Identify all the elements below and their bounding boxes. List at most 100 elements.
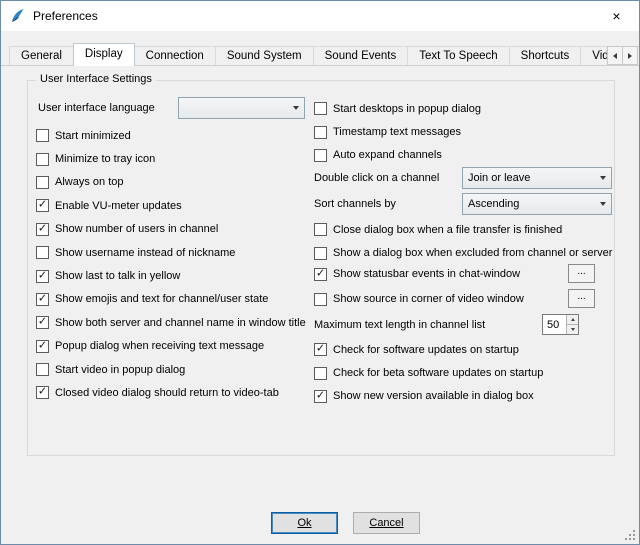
checkbox-video-popup[interactable]: Start video in popup dialog xyxy=(36,358,312,381)
cancel-button[interactable]: Cancel xyxy=(353,512,420,534)
checkbox-vu-meter-updates[interactable]: ✓Enable VU-meter updates xyxy=(36,194,312,217)
checkbox-new-version-dialog[interactable]: ✓Show new version available in dialog bo… xyxy=(314,385,616,408)
checkbox-label: Popup dialog when receiving text message xyxy=(55,340,264,352)
checkbox-label: Always on top xyxy=(55,176,123,188)
checkbox-label: Check for beta software updates on start… xyxy=(333,367,543,379)
spin-up-button[interactable] xyxy=(567,315,578,324)
video-source-more-button[interactable]: ... xyxy=(568,289,595,308)
checkbox-label: Show source in corner of video window xyxy=(333,293,524,305)
arrow-up-icon xyxy=(571,318,575,321)
ui-settings-group: User Interface Settings User interface l… xyxy=(27,80,615,456)
checkbox-close-on-transfer-finished[interactable]: Close dialog box when a file transfer is… xyxy=(314,218,616,241)
tab-shortcuts[interactable]: Shortcuts xyxy=(509,46,582,65)
checkmark-icon: ✓ xyxy=(38,317,47,328)
checkbox-box: ✓ xyxy=(314,268,327,281)
double-click-value: Join or leave xyxy=(463,172,594,184)
checkmark-icon: ✓ xyxy=(38,340,47,351)
checkbox-box xyxy=(314,247,327,260)
more-button-label: ... xyxy=(577,292,585,302)
checkbox-server-channel-in-title[interactable]: ✓ Show both server and channel name in wi… xyxy=(36,311,312,334)
spinner-value[interactable]: 50 xyxy=(543,315,566,334)
video-source-row: Show source in corner of video window ..… xyxy=(314,289,616,309)
checkbox-check-beta-updates[interactable]: Check for beta software updates on start… xyxy=(314,361,616,384)
close-icon: × xyxy=(612,8,620,24)
checkbox-label: Show a dialog box when excluded from cha… xyxy=(333,247,612,259)
left-checkbox-column: Start minimized Minimize to tray icon Al… xyxy=(36,124,312,405)
checkbox-label: Minimize to tray icon xyxy=(55,153,155,165)
checkbox-label: Check for software updates on startup xyxy=(333,344,519,356)
language-combobox[interactable] xyxy=(178,97,305,119)
checkbox-label: Show both server and channel name in win… xyxy=(55,317,306,329)
chevron-down-icon xyxy=(594,168,611,188)
ok-button-label: Ok xyxy=(297,517,311,529)
checkmark-icon: ✓ xyxy=(38,270,47,281)
checkmark-icon: ✓ xyxy=(38,223,47,234)
preferences-window: Preferences × General Display Connection… xyxy=(0,0,640,545)
titlebar[interactable]: Preferences × xyxy=(1,1,639,31)
checkbox-label: Show new version available in dialog box xyxy=(333,390,534,402)
group-title: User Interface Settings xyxy=(36,73,156,85)
checkbox-dialog-when-excluded[interactable]: Show a dialog box when excluded from cha… xyxy=(314,241,616,264)
checkbox-box xyxy=(314,367,327,380)
tab-general[interactable]: General xyxy=(9,46,74,65)
close-button[interactable]: × xyxy=(594,1,639,30)
checkbox-label: Timestamp text messages xyxy=(333,126,461,138)
tab-display[interactable]: Display xyxy=(73,43,135,66)
statusbar-events-more-button[interactable]: ... xyxy=(568,264,595,283)
tab-text-to-speech[interactable]: Text To Speech xyxy=(407,46,509,65)
language-label: User interface language xyxy=(38,97,155,119)
tab-connection[interactable]: Connection xyxy=(134,46,216,65)
checkbox-box xyxy=(314,126,327,139)
statusbar-events-row: ✓ Show statusbar events in chat-window ..… xyxy=(314,264,616,284)
checkbox-desktops-popup[interactable]: Start desktops in popup dialog xyxy=(314,97,616,120)
sort-channels-label: Sort channels by xyxy=(314,193,396,215)
checkbox-box xyxy=(36,363,49,376)
tab-scroll-left-button[interactable] xyxy=(607,46,623,65)
checkbox-label: Show number of users in channel xyxy=(55,223,218,235)
right-checkbox-column-top: Start desktops in popup dialog Timestamp… xyxy=(314,97,616,167)
arrow-right-icon xyxy=(628,53,632,59)
checkbox-check-updates[interactable]: ✓Check for software updates on startup xyxy=(314,338,616,361)
checkbox-box: ✓ xyxy=(36,293,49,306)
double-click-label: Double click on a channel xyxy=(314,167,439,189)
checkbox-video-return-tab[interactable]: ✓Closed video dialog should return to vi… xyxy=(36,381,312,404)
checkbox-box: ✓ xyxy=(36,386,49,399)
arrow-down-icon xyxy=(571,328,575,331)
checkbox-box xyxy=(36,246,49,259)
checkbox-start-minimized[interactable]: Start minimized xyxy=(36,124,312,147)
checkbox-emoji-text-state[interactable]: ✓Show emojis and text for channel/user s… xyxy=(36,288,312,311)
checkbox-video-source-corner[interactable]: Show source in corner of video window xyxy=(314,287,524,310)
resize-grip[interactable] xyxy=(623,528,636,541)
tab-scroll-right-button[interactable] xyxy=(622,46,638,65)
checkbox-statusbar-events[interactable]: ✓ Show statusbar events in chat-window xyxy=(314,262,520,285)
checkbox-auto-expand-channels[interactable]: Auto expand channels xyxy=(314,144,616,167)
tab-sound-system[interactable]: Sound System xyxy=(215,46,314,65)
tab-bar: General Display Connection Sound System … xyxy=(9,43,640,65)
checkbox-box xyxy=(36,176,49,189)
spinner-buttons xyxy=(566,315,578,334)
max-text-length-spinner[interactable]: 50 xyxy=(542,314,579,335)
right-checkbox-column-bottom: ✓Check for software updates on startup C… xyxy=(314,338,616,408)
checkbox-minimize-to-tray[interactable]: Minimize to tray icon xyxy=(36,147,312,170)
checkbox-label: Start desktops in popup dialog xyxy=(333,103,481,115)
more-button-label: ... xyxy=(577,267,585,277)
sort-channels-combobox[interactable]: Ascending xyxy=(462,193,612,215)
checkbox-box: ✓ xyxy=(36,316,49,329)
double-click-combobox[interactable]: Join or leave xyxy=(462,167,612,189)
spin-down-button[interactable] xyxy=(567,324,578,334)
checkbox-box xyxy=(314,223,327,236)
ok-button[interactable]: Ok xyxy=(271,512,338,534)
window-title: Preferences xyxy=(33,9,98,23)
checkmark-icon: ✓ xyxy=(38,200,47,211)
checkbox-show-user-count[interactable]: ✓ Show number of users in channel xyxy=(36,218,312,241)
checkbox-popup-text-message[interactable]: ✓ Popup dialog when receiving text messag… xyxy=(36,335,312,358)
checkbox-always-on-top[interactable]: Always on top xyxy=(36,171,312,194)
checkbox-timestamp-messages[interactable]: Timestamp text messages xyxy=(314,120,616,143)
checkbox-last-to-talk-yellow[interactable]: ✓Show last to talk in yellow xyxy=(36,264,312,287)
checkbox-box: ✓ xyxy=(36,340,49,353)
checkbox-label: Show statusbar events in chat-window xyxy=(333,268,520,280)
tab-sound-events[interactable]: Sound Events xyxy=(313,46,409,65)
checkbox-show-username[interactable]: Show username instead of nickname xyxy=(36,241,312,264)
checkbox-box xyxy=(314,293,327,306)
checkbox-box: ✓ xyxy=(36,199,49,212)
